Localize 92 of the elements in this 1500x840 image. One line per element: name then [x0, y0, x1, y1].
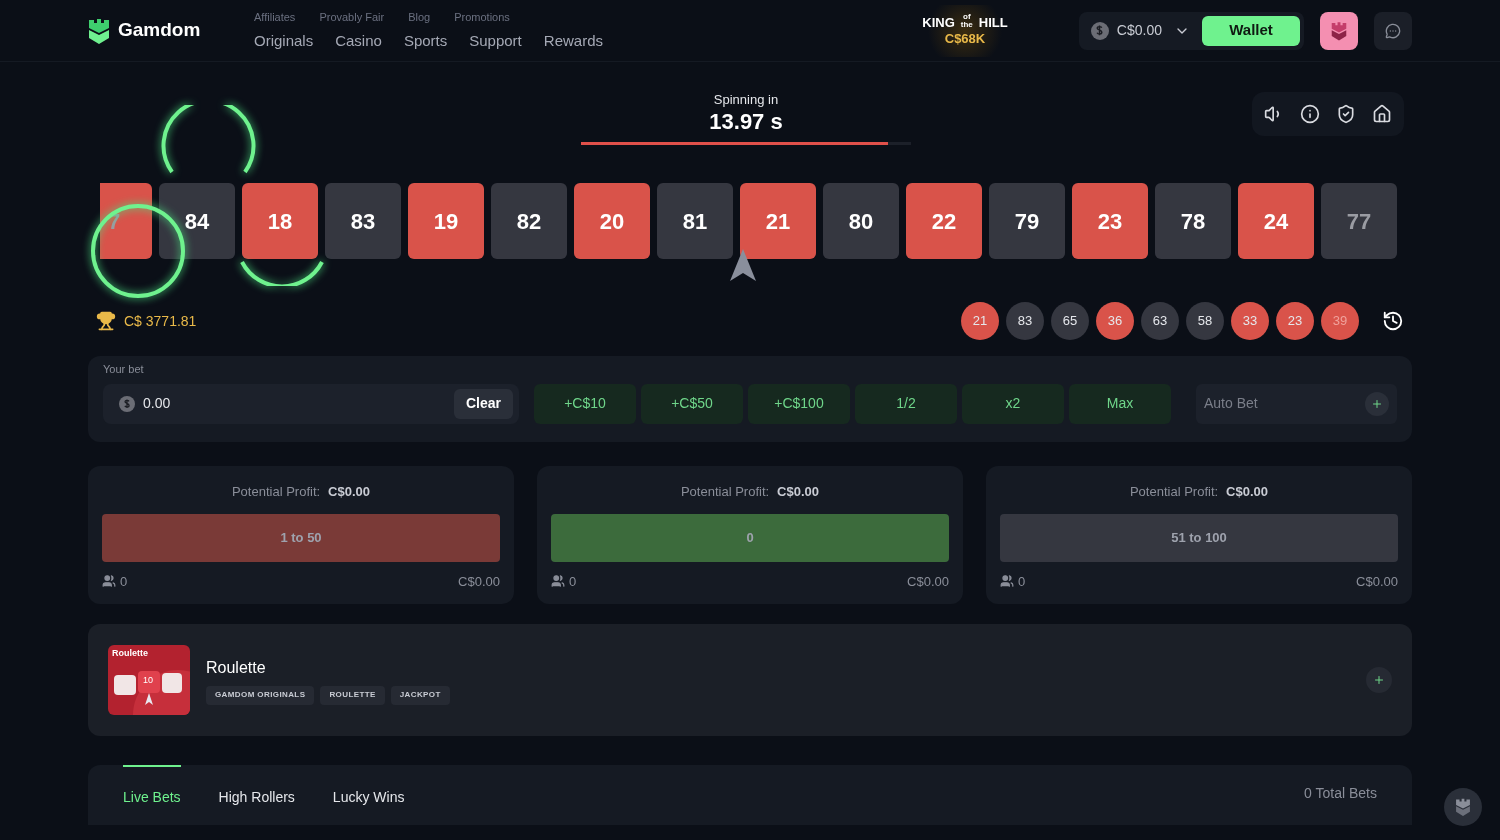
nav-link[interactable]: Originals: [254, 29, 314, 52]
promo-title-small: of the: [959, 12, 974, 29]
profile-avatar-button[interactable]: [1320, 11, 1358, 50]
chat-bubble-icon: [1385, 22, 1401, 39]
wallet-button[interactable]: Wallet: [1202, 15, 1300, 46]
castle-logo-icon: [88, 17, 110, 44]
profit-label: Potential Profit:: [680, 483, 770, 501]
chat-button[interactable]: [1374, 11, 1412, 50]
profit-value: C$0.00: [328, 483, 371, 501]
quick-bet-button[interactable]: +C$100: [747, 383, 850, 424]
profit-value: C$0.00: [777, 483, 820, 501]
player-count: 0: [1018, 572, 1026, 591]
add-button[interactable]: [1365, 391, 1389, 416]
player-count: 0: [120, 572, 128, 591]
castle-support-icon: [1455, 798, 1471, 816]
bet-label: Your bet: [103, 362, 145, 377]
profit-value: C$0.00: [1226, 483, 1269, 501]
bets-tab[interactable]: Lucky Wins: [332, 765, 405, 812]
top-link[interactable]: Promotions: [454, 9, 510, 26]
number-tile: 23: [1072, 183, 1148, 259]
expand-button[interactable]: [1366, 667, 1392, 693]
support-chat-button[interactable]: [1444, 788, 1482, 826]
bets-tab[interactable]: Live Bets: [123, 765, 181, 812]
house-icon[interactable]: [1372, 104, 1392, 124]
shield-check-icon[interactable]: [1336, 104, 1356, 124]
trophy-icon: [96, 311, 116, 331]
game-tag[interactable]: JACKPOT: [390, 685, 450, 705]
player-count: 0: [569, 572, 577, 591]
auto-bet-label: Auto Bet: [1203, 394, 1259, 413]
total-bets-count: 0 Total Bets: [1304, 784, 1377, 803]
number-tile: 24: [1238, 183, 1314, 259]
profit-label: Potential Profit:: [231, 483, 321, 501]
number-tile: 82: [491, 183, 567, 259]
number-tile: 18: [242, 183, 318, 259]
dollar-coin-icon: [1090, 21, 1109, 40]
total-wagered: C$0.00: [458, 572, 500, 591]
promo-title: HILL: [978, 15, 1008, 29]
bets-tab[interactable]: High Rollers: [218, 765, 295, 812]
jackpot-amount: C$ 3771.81: [124, 311, 197, 331]
number-tile: 81: [657, 183, 733, 259]
info-icon[interactable]: [1300, 104, 1320, 124]
quick-bet-button[interactable]: 1/2: [854, 383, 957, 424]
number-tile: 79: [989, 183, 1065, 259]
balance-selector[interactable]: C$0.00 Wallet: [1078, 11, 1304, 50]
promo-title: KING: [922, 15, 955, 29]
plus-icon: [1371, 397, 1383, 410]
countdown-value: 13.97 s: [709, 109, 783, 134]
game-tag[interactable]: ROULETTE: [320, 685, 385, 705]
number-tile: 84: [159, 183, 235, 259]
number-tile: 80: [823, 183, 899, 259]
game-title: Roulette: [206, 657, 267, 678]
profit-label: Potential Profit:: [1129, 483, 1219, 501]
brand-name[interactable]: Gamdom: [118, 16, 201, 45]
players-icon: [102, 574, 116, 589]
number-tile: 21: [740, 183, 816, 259]
game-tag[interactable]: GAMDOM ORIGINALS: [206, 685, 315, 705]
number-tile: 20: [574, 183, 650, 259]
bet-amount-value: 0.00: [143, 394, 172, 413]
auto-bet-field[interactable]: Auto Bet: [1195, 383, 1397, 424]
number-tile: 78: [1155, 183, 1231, 259]
top-link[interactable]: Provably Fair: [319, 9, 385, 26]
thumbnail-number: 10: [143, 674, 153, 687]
castle-avatar-icon: [1331, 20, 1347, 41]
place-bet-button[interactable]: 51 to 100: [1000, 513, 1398, 562]
total-wagered: C$0.00: [907, 572, 949, 591]
history-icon[interactable]: [1382, 310, 1404, 332]
nav-link[interactable]: Rewards: [543, 29, 603, 52]
quick-bet-button[interactable]: +C$10: [533, 383, 636, 424]
nav-link[interactable]: Support: [469, 29, 522, 52]
players-icon: [1000, 574, 1014, 589]
clear-button[interactable]: Clear: [453, 388, 513, 419]
top-link[interactable]: Blog: [408, 9, 431, 26]
pointer-arrow-icon: [730, 249, 756, 281]
quick-bet-button[interactable]: Max: [1068, 383, 1171, 424]
total-wagered: C$0.00: [1356, 572, 1398, 591]
spinning-label: Spinning in: [713, 91, 779, 109]
promo-amount: C$68K: [944, 29, 986, 48]
nav-link[interactable]: Casino: [335, 29, 382, 52]
nav-link[interactable]: Sports: [403, 29, 448, 52]
number-tile: 22: [906, 183, 982, 259]
quick-bet-button[interactable]: x2: [961, 383, 1064, 424]
bet-amount-field[interactable]: 0.00 Clear: [103, 383, 519, 424]
number-tile: 83: [325, 183, 401, 259]
number-tile: 77: [1321, 183, 1397, 259]
number-tile: 19: [408, 183, 484, 259]
balance-amount: C$0.00: [1116, 21, 1162, 40]
plus-icon: [1373, 674, 1385, 686]
quick-bet-button[interactable]: +C$50: [640, 383, 743, 424]
players-icon: [551, 574, 565, 589]
top-link[interactable]: Affiliates: [254, 9, 296, 26]
thumbnail-label: Roulette: [112, 647, 148, 660]
dollar-coin-icon: [119, 395, 135, 412]
